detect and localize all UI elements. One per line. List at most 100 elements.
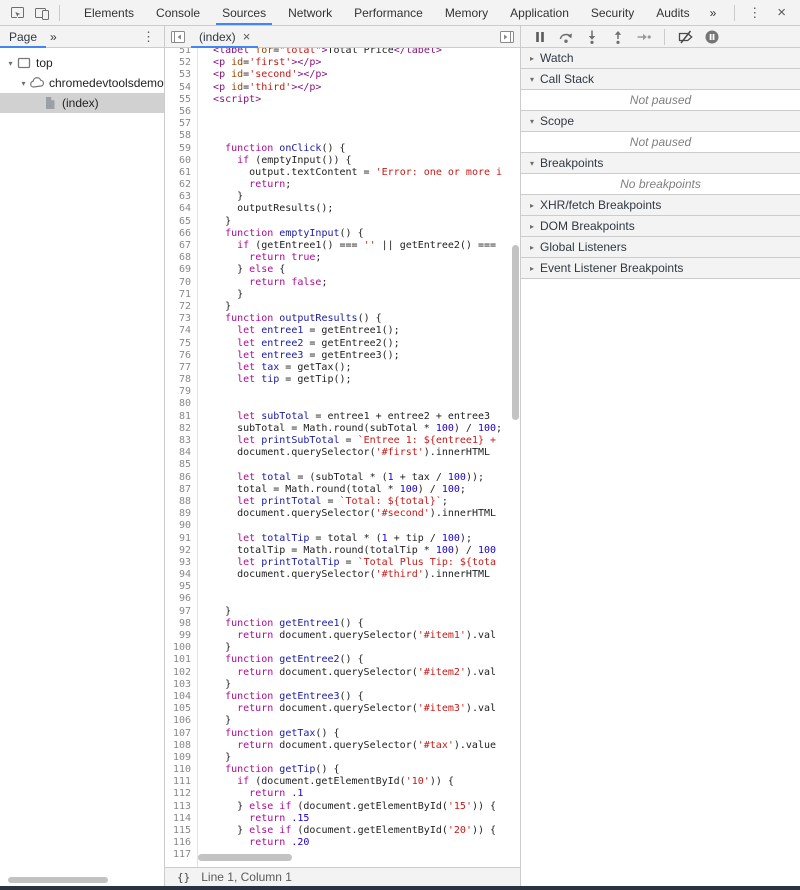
line-number[interactable]: 69 <box>165 264 197 276</box>
step-icon[interactable] <box>633 28 654 46</box>
line-number[interactable]: 115 <box>165 825 197 837</box>
section-header-call-stack[interactable]: ▾Call Stack <box>521 69 800 90</box>
line-number[interactable]: 57 <box>165 118 197 130</box>
tab-application[interactable]: Application <box>499 0 580 25</box>
section-header-scope[interactable]: ▾Scope <box>521 111 800 132</box>
line-number[interactable]: 91 <box>165 533 197 545</box>
line-number[interactable]: 89 <box>165 508 197 520</box>
editor-vertical-scrollbar[interactable] <box>512 245 519 420</box>
line-number[interactable]: 86 <box>165 472 197 484</box>
show-panel-icon[interactable] <box>497 28 517 46</box>
line-number[interactable]: 72 <box>165 301 197 313</box>
line-number[interactable]: 104 <box>165 691 197 703</box>
line-number[interactable]: 55 <box>165 94 197 106</box>
line-number[interactable]: 117 <box>165 849 197 861</box>
line-number[interactable]: 66 <box>165 228 197 240</box>
tab-performance[interactable]: Performance <box>343 0 434 25</box>
line-number[interactable]: 96 <box>165 593 197 605</box>
step-into-icon[interactable] <box>581 28 602 46</box>
line-number[interactable]: 60 <box>165 155 197 167</box>
line-number[interactable]: 116 <box>165 837 197 849</box>
file-tab-index[interactable]: (index) × <box>191 26 258 48</box>
line-number[interactable]: 77 <box>165 362 197 374</box>
deactivate-breakpoints-icon[interactable] <box>675 28 696 46</box>
line-number[interactable]: 78 <box>165 374 197 386</box>
chevron-down-icon[interactable]: ▾ <box>18 79 29 88</box>
step-out-icon[interactable] <box>607 28 628 46</box>
line-number[interactable]: 54 <box>165 82 197 94</box>
line-number[interactable]: 76 <box>165 350 197 362</box>
line-number[interactable]: 90 <box>165 520 197 532</box>
section-header-event-listener-breakpoints[interactable]: ▸Event Listener Breakpoints <box>521 258 800 279</box>
line-number[interactable]: 102 <box>165 667 197 679</box>
line-number[interactable]: 112 <box>165 788 197 800</box>
tree-item-index[interactable]: (index) <box>0 93 164 113</box>
line-number[interactable]: 52 <box>165 57 197 69</box>
device-toolbar-icon[interactable] <box>30 3 54 23</box>
tab-network[interactable]: Network <box>277 0 343 25</box>
line-number[interactable]: 105 <box>165 703 197 715</box>
line-number[interactable]: 79 <box>165 386 197 398</box>
tab-audits[interactable]: Audits <box>645 0 700 25</box>
line-number[interactable]: 74 <box>165 325 197 337</box>
tree-item-chromedevtoolsdemo[interactable]: ▾chromedevtoolsdemo <box>0 73 164 93</box>
line-number[interactable]: 62 <box>165 179 197 191</box>
line-number[interactable]: 75 <box>165 338 197 350</box>
line-number[interactable]: 114 <box>165 813 197 825</box>
line-number[interactable]: 51 <box>165 48 197 57</box>
chevron-down-icon[interactable]: ▾ <box>5 59 16 68</box>
line-number[interactable]: 85 <box>165 459 197 471</box>
line-number[interactable]: 80 <box>165 398 197 410</box>
section-header-watch[interactable]: ▸Watch <box>521 48 800 69</box>
line-number[interactable]: 106 <box>165 715 197 727</box>
close-icon[interactable]: × <box>769 4 794 21</box>
tree-item-top[interactable]: ▾top <box>0 53 164 73</box>
editor-horizontal-scrollbar[interactable] <box>198 854 292 861</box>
line-number[interactable]: 58 <box>165 130 197 142</box>
inspect-icon[interactable] <box>6 3 30 23</box>
line-number[interactable]: 84 <box>165 447 197 459</box>
line-number[interactable]: 59 <box>165 143 197 155</box>
pause-on-exceptions-icon[interactable] <box>701 28 722 46</box>
step-over-icon[interactable] <box>555 28 576 46</box>
line-number[interactable]: 108 <box>165 740 197 752</box>
tab-page[interactable]: Page <box>0 26 46 48</box>
line-number[interactable]: 95 <box>165 581 197 593</box>
line-number[interactable]: 92 <box>165 545 197 557</box>
line-number[interactable]: 93 <box>165 557 197 569</box>
tab-console[interactable]: Console <box>145 0 211 25</box>
line-number[interactable]: 97 <box>165 606 197 618</box>
line-number[interactable]: 107 <box>165 728 197 740</box>
line-number[interactable]: 98 <box>165 618 197 630</box>
line-number[interactable]: 68 <box>165 252 197 264</box>
line-number[interactable]: 99 <box>165 630 197 642</box>
line-number[interactable]: 100 <box>165 642 197 654</box>
tab-elements[interactable]: Elements <box>73 0 145 25</box>
line-number[interactable]: 67 <box>165 240 197 252</box>
tab-memory[interactable]: Memory <box>434 0 499 25</box>
line-number[interactable]: 113 <box>165 801 197 813</box>
more-tabs-button[interactable]: » <box>701 6 726 20</box>
line-number[interactable]: 82 <box>165 423 197 435</box>
line-number[interactable]: 110 <box>165 764 197 776</box>
line-number[interactable]: 64 <box>165 203 197 215</box>
line-number[interactable]: 111 <box>165 776 197 788</box>
section-header-breakpoints[interactable]: ▾Breakpoints <box>521 153 800 174</box>
line-number[interactable]: 70 <box>165 277 197 289</box>
line-number[interactable]: 81 <box>165 411 197 423</box>
line-number[interactable]: 71 <box>165 289 197 301</box>
navigator-horizontal-scrollbar[interactable] <box>8 877 108 883</box>
pretty-print-button[interactable]: {} <box>177 871 190 884</box>
collapse-navigator-icon[interactable] <box>168 28 188 46</box>
line-number[interactable]: 87 <box>165 484 197 496</box>
section-header-global-listeners[interactable]: ▸Global Listeners <box>521 237 800 258</box>
line-number[interactable]: 61 <box>165 167 197 179</box>
code-editor[interactable]: 51 <label for="total">Total Price</label… <box>165 48 520 867</box>
line-number[interactable]: 56 <box>165 106 197 118</box>
line-number[interactable]: 101 <box>165 654 197 666</box>
devtools-menu-icon[interactable]: ⋮ <box>740 5 769 21</box>
file-tab-close-icon[interactable]: × <box>243 29 251 44</box>
line-number[interactable]: 88 <box>165 496 197 508</box>
tab-security[interactable]: Security <box>580 0 645 25</box>
pause-icon[interactable] <box>529 28 550 46</box>
